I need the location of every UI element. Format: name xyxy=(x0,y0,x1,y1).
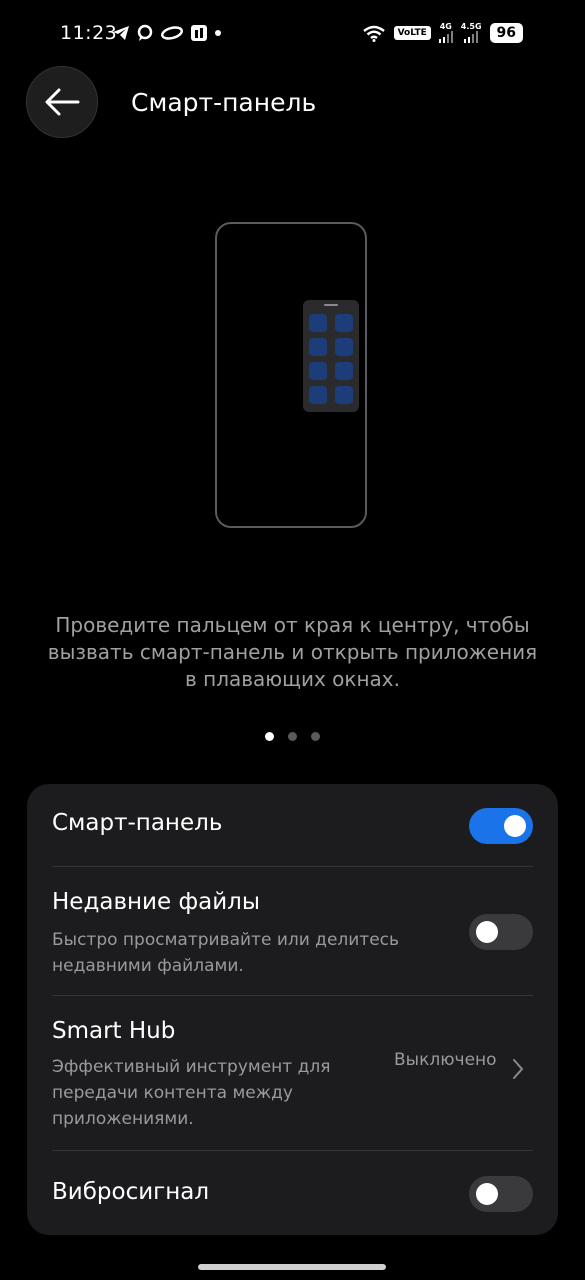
app-tile-icon xyxy=(309,338,327,356)
toggle-knob xyxy=(476,921,498,943)
app-tile-icon xyxy=(335,314,353,332)
signal-sim2-icon: 4.5G xyxy=(461,22,482,43)
chat-icon xyxy=(137,24,153,41)
app-tile-icon xyxy=(309,314,327,332)
toggle-knob xyxy=(504,815,526,837)
smart-hub-status-value: Выключено xyxy=(394,1050,497,1070)
back-button[interactable] xyxy=(26,66,98,138)
home-indicator[interactable] xyxy=(198,1264,386,1270)
app-tile-icon xyxy=(335,362,353,380)
wifi-icon xyxy=(362,25,385,42)
setting-title: Смарт-панель xyxy=(52,810,223,836)
app-tile-icon xyxy=(309,362,327,380)
setting-subtitle: Быстро просматривайте или делитесь недав… xyxy=(52,930,400,976)
sim2-network-label: 4.5G xyxy=(460,22,482,31)
app-icon xyxy=(191,25,207,41)
toggle-knob xyxy=(476,1183,498,1205)
setting-row-recent-files[interactable]: Недавние файлы Быстро просматривайте или… xyxy=(27,867,558,995)
setting-title: Недавние файлы xyxy=(52,889,261,915)
page-dot-1[interactable] xyxy=(265,732,274,741)
sim1-network-label: 4G xyxy=(439,22,452,31)
arrow-left-icon xyxy=(45,88,80,116)
setting-title: Вибросигнал xyxy=(52,1179,210,1205)
notification-icons xyxy=(112,24,222,42)
panel-handle xyxy=(324,304,338,306)
page-title: Смарт-панель xyxy=(131,88,317,117)
page-dot-2[interactable] xyxy=(288,732,297,741)
battery-indicator: 96 xyxy=(489,22,523,43)
feature-description: Проведите пальцем от края к центру, чтоб… xyxy=(47,613,538,691)
app-tile-icon xyxy=(335,386,353,404)
page-dot-3[interactable] xyxy=(311,732,320,741)
setting-subtitle: Эффективный инструмент для передачи конт… xyxy=(52,1057,331,1129)
chevron-right-icon xyxy=(512,1058,524,1086)
setting-row-smart-panel[interactable]: Смарт-панель xyxy=(27,784,558,866)
status-bar: 11:23 VoLTE 4G 4.5G 96 xyxy=(0,0,585,70)
app-tile-icon xyxy=(335,338,353,356)
telegram-icon xyxy=(113,26,129,40)
signal-sim1-icon: 4G xyxy=(438,22,453,43)
cloud-icon xyxy=(161,26,183,40)
setting-title: Smart Hub xyxy=(52,1018,176,1044)
setting-row-vibration[interactable]: Вибросигнал xyxy=(27,1151,558,1235)
smart-panel-toggle[interactable] xyxy=(469,808,533,844)
setting-row-smart-hub[interactable]: Smart Hub Эффективный инструмент для пер… xyxy=(27,996,558,1150)
notification-dot-icon xyxy=(215,30,221,36)
recent-files-toggle[interactable] xyxy=(469,914,533,950)
smart-panel-graphic xyxy=(303,300,359,412)
status-time: 11:23 xyxy=(60,22,118,44)
page-indicator xyxy=(0,732,585,741)
system-icons: VoLTE 4G 4.5G 96 xyxy=(362,22,523,43)
vibration-toggle[interactable] xyxy=(469,1176,533,1212)
volte-badge: VoLTE xyxy=(393,25,431,40)
app-tile-icon xyxy=(309,386,327,404)
settings-card: Смарт-панель Недавние файлы Быстро просм… xyxy=(27,784,558,1235)
